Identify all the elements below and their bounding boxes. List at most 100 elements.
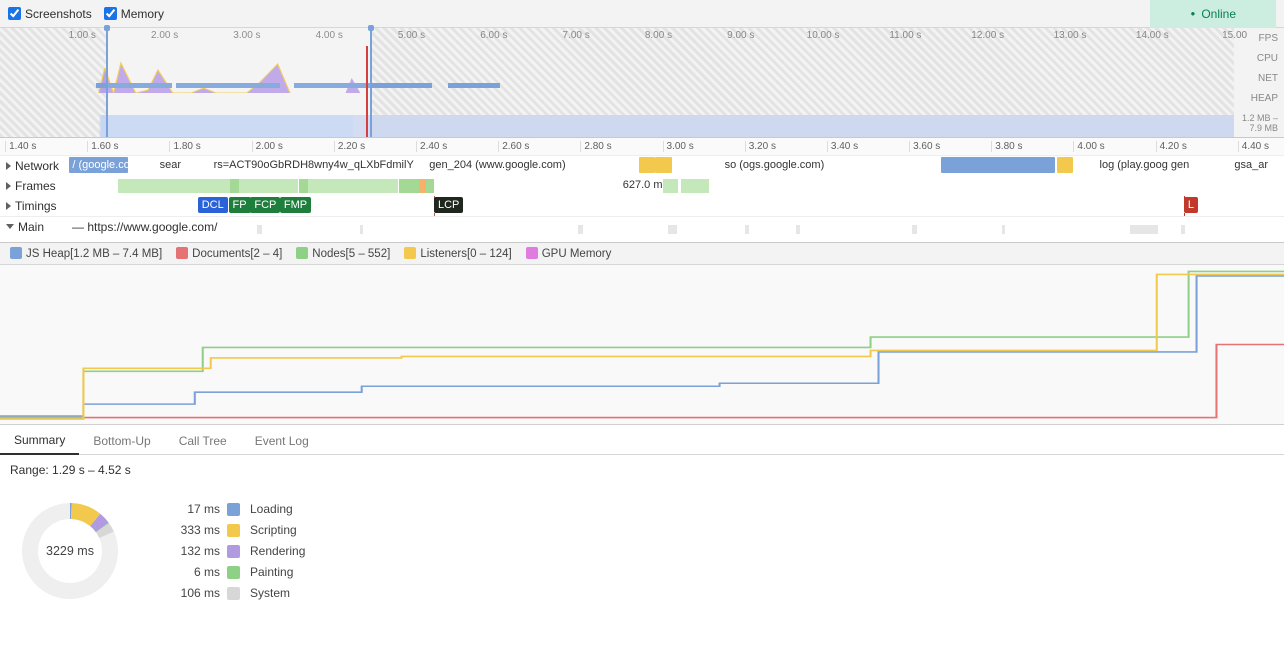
timing-fmp[interactable]: FMP	[280, 197, 311, 213]
det-tick: 2.80 s	[580, 141, 611, 152]
cat-ms: 6 ms	[160, 565, 220, 579]
net-label: NET	[1228, 73, 1278, 84]
tab-bottom-up[interactable]: Bottom-Up	[79, 427, 164, 454]
det-tick: 3.60 s	[909, 141, 940, 152]
cat-ms: 132 ms	[160, 544, 220, 558]
cat-ms: 106 ms	[160, 586, 220, 600]
heap-label: HEAP	[1228, 93, 1278, 104]
chevron-down-icon	[6, 224, 14, 229]
frame-bar[interactable]	[399, 179, 418, 193]
frames-items: 181.0 ms 139.0 ms 627.0 ms	[0, 176, 1284, 196]
frame-bar[interactable]	[426, 179, 434, 193]
screenshots-checkbox[interactable]	[8, 7, 21, 20]
window-handle-right[interactable]	[368, 25, 374, 31]
frame-bar[interactable]	[308, 179, 317, 193]
timings-chips: DCLFPFCPFMP LCP L	[0, 196, 1284, 216]
frame-bar[interactable]	[248, 179, 298, 193]
overview-view-window[interactable]	[106, 28, 372, 137]
cat-label: Rendering	[250, 544, 305, 558]
cat-swatch	[227, 545, 240, 558]
det-tick: 2.40 s	[416, 141, 447, 152]
memory-graph[interactable]	[0, 265, 1284, 425]
main-expand[interactable]: Main	[0, 220, 66, 234]
chevron-right-icon	[6, 162, 11, 170]
network-request[interactable]	[941, 157, 1055, 173]
mem-legend-item[interactable]: JS Heap[1.2 MB – 7.4 MB]	[10, 247, 162, 260]
cat-ms: 17 ms	[160, 502, 220, 516]
det-tick: 4.20 s	[1156, 141, 1187, 152]
timing-dcl[interactable]: DCL	[198, 197, 228, 213]
frames-expand[interactable]: Frames	[0, 179, 66, 193]
frame-bar[interactable]	[239, 179, 248, 193]
fps-label: FPS	[1228, 33, 1278, 44]
network-request[interactable]: gsa_ar	[1231, 157, 1279, 173]
cat-ms: 333 ms	[160, 523, 220, 537]
cat-label: Painting	[250, 565, 305, 579]
main-label: Main	[18, 220, 44, 234]
frame-bar[interactable]	[184, 179, 230, 193]
frame-bar[interactable]	[663, 179, 678, 193]
timing-l[interactable]: L	[1184, 197, 1198, 213]
mem-legend-item[interactable]: Listeners[0 – 124]	[404, 247, 511, 260]
overview-timeline[interactable]: 1.00 s2.00 s3.00 s4.00 s5.00 s6.00 s7.00…	[0, 28, 1284, 138]
cat-label: System	[250, 586, 305, 600]
network-request[interactable]	[1057, 157, 1074, 173]
memory-checkbox[interactable]	[104, 7, 117, 20]
det-tick: 1.60 s	[87, 141, 118, 152]
memory-label: Memory	[121, 7, 164, 21]
frame-bar[interactable]	[681, 179, 709, 193]
online-label: Online	[1201, 7, 1236, 21]
frame-duration-3: 627.0 ms	[623, 179, 668, 191]
det-tick: 2.20 s	[334, 141, 365, 152]
cat-swatch	[227, 566, 240, 579]
tab-call-tree[interactable]: Call Tree	[165, 427, 241, 454]
bottom-tabs: SummaryBottom-UpCall TreeEvent Log	[0, 425, 1284, 455]
detail-panel: 1.40 s1.60 s1.80 s2.00 s2.20 s2.40 s2.60…	[0, 138, 1284, 243]
det-tick: 3.40 s	[827, 141, 858, 152]
cpu-label: CPU	[1228, 53, 1278, 64]
timing-lcp[interactable]: LCP	[434, 197, 463, 213]
frame-bar[interactable]	[118, 179, 183, 193]
network-request[interactable]: log (play.goog gen	[1097, 157, 1201, 173]
screenshots-toggle[interactable]: Screenshots	[8, 7, 92, 21]
frame-bar[interactable]	[299, 179, 308, 193]
cat-swatch	[227, 524, 240, 537]
network-request[interactable]	[639, 157, 654, 173]
tab-summary[interactable]: Summary	[0, 426, 79, 455]
det-tick: 4.40 s	[1238, 141, 1269, 152]
network-request[interactable]: sear	[157, 157, 206, 173]
timings-label: Timings	[15, 199, 57, 213]
network-request[interactable]	[655, 157, 672, 173]
network-request[interactable]: gen_204 (www.google.com)	[426, 157, 637, 173]
det-tick: 3.80 s	[991, 141, 1022, 152]
mem-legend-item[interactable]: Documents[2 – 4]	[176, 247, 282, 260]
screenshots-label: Screenshots	[25, 7, 92, 21]
frame-bar[interactable]	[317, 179, 348, 193]
timing-fp[interactable]: FP	[229, 197, 251, 213]
memory-toggle[interactable]: Memory	[104, 7, 164, 21]
network-track: Network / (google.co sear rs=ACT90oGbRDH8w…	[0, 156, 1284, 176]
mem-legend-item[interactable]: Nodes[5 – 552]	[296, 247, 390, 260]
frame-bar[interactable]	[348, 179, 398, 193]
mem-legend-item[interactable]: GPU Memory	[526, 247, 612, 260]
network-request[interactable]: so (ogs.google.com)	[722, 157, 942, 173]
detail-ruler: 1.40 s1.60 s1.80 s2.00 s2.20 s2.40 s2.60…	[0, 138, 1284, 156]
det-tick: 1.40 s	[5, 141, 36, 152]
network-expand[interactable]: Network	[0, 159, 66, 173]
det-tick: 4.00 s	[1073, 141, 1104, 152]
timings-expand[interactable]: Timings	[0, 199, 66, 213]
det-tick: 2.60 s	[498, 141, 529, 152]
capture-toolbar: Screenshots Memory Online	[0, 0, 1284, 28]
chevron-right-icon	[6, 182, 11, 190]
overview-right-labels: FPS CPU NET HEAP 1.2 MB – 7.9 MB	[1228, 28, 1278, 137]
network-throttle-button[interactable]: Online	[1150, 0, 1276, 28]
timing-fcp[interactable]: FCP	[250, 197, 280, 213]
frames-label: Frames	[15, 179, 56, 193]
tab-event-log[interactable]: Event Log	[241, 427, 323, 454]
frame-bar[interactable]	[419, 179, 427, 193]
network-request[interactable]: rs=ACT90oGbRDH8wny4w_qLXbFdmilY	[211, 157, 424, 173]
window-handle-left[interactable]	[104, 25, 110, 31]
donut-center-label: 3229 ms	[10, 491, 130, 611]
frame-bar[interactable]	[230, 179, 239, 193]
network-request[interactable]: / (google.co	[69, 157, 128, 173]
